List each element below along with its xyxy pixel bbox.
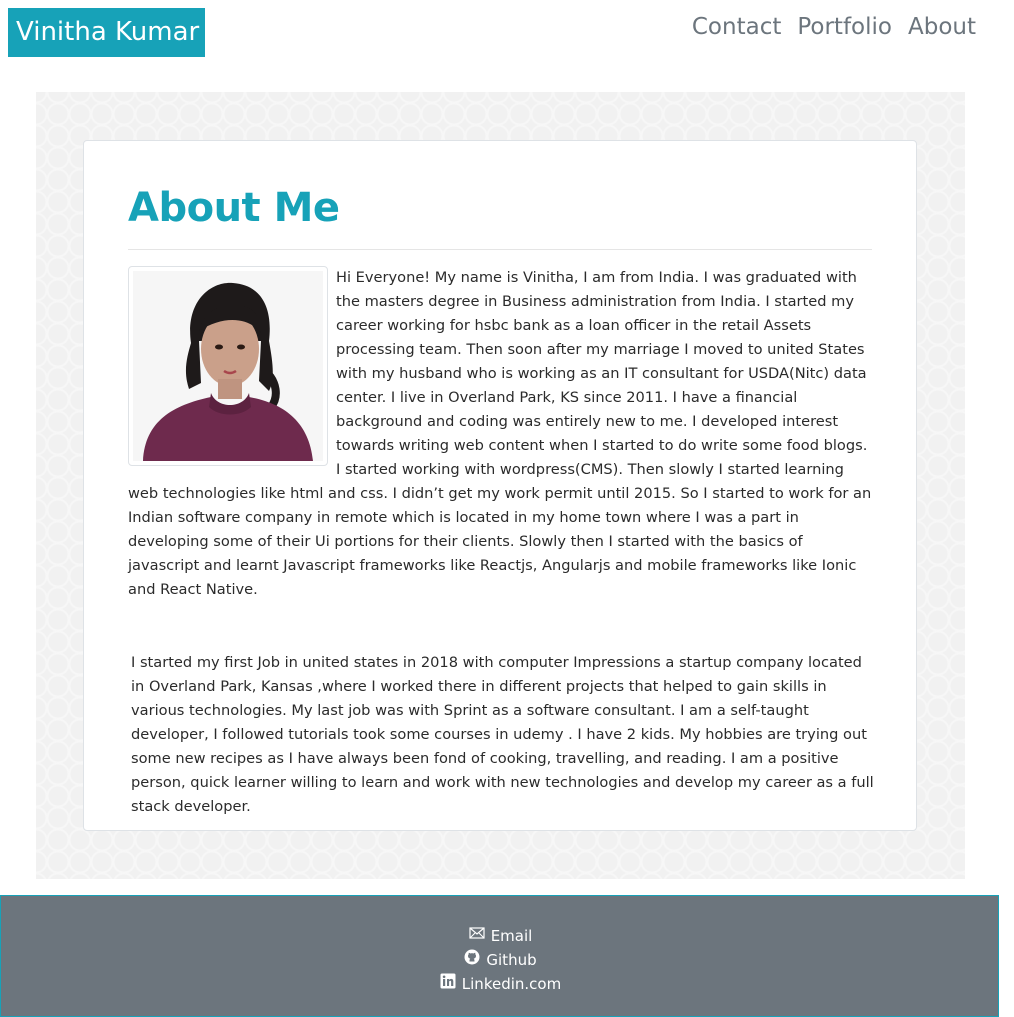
footer-links: Email Github Linkedin.com (1, 924, 1000, 996)
site-footer: Email Github Linkedin.com (0, 895, 999, 1017)
nav-link-portfolio[interactable]: Portfolio (797, 14, 892, 40)
title-divider (128, 249, 872, 250)
brand-logo[interactable]: Vinitha Kumar (8, 8, 205, 57)
about-content: Hi Everyone! My name is Vinitha, I am fr… (128, 266, 874, 815)
about-card: About Me Hi Everyone! My name is Vinitha… (83, 140, 917, 831)
nav-link-contact[interactable]: Contact (692, 14, 781, 40)
github-icon (464, 948, 480, 972)
page-title: About Me (128, 185, 340, 231)
footer-link-github[interactable]: Github (1, 948, 1000, 972)
nav-link-about[interactable]: About (908, 14, 976, 40)
footer-link-label: Email (490, 927, 533, 945)
footer-link-label: Github (486, 951, 537, 969)
linkedin-icon (440, 972, 456, 996)
footer-link-label: Linkedin.com (461, 975, 562, 993)
envelope-icon (469, 924, 485, 948)
top-navbar: Vinitha Kumar Contact Portfolio About (0, 0, 1014, 80)
footer-link-linkedin[interactable]: Linkedin.com (1, 972, 1000, 996)
profile-photo (128, 266, 328, 466)
footer-link-email[interactable]: Email (1, 924, 1000, 948)
about-paragraph-2: I started my first Job in united states … (131, 654, 874, 815)
main-nav: Contact Portfolio About (692, 14, 976, 40)
